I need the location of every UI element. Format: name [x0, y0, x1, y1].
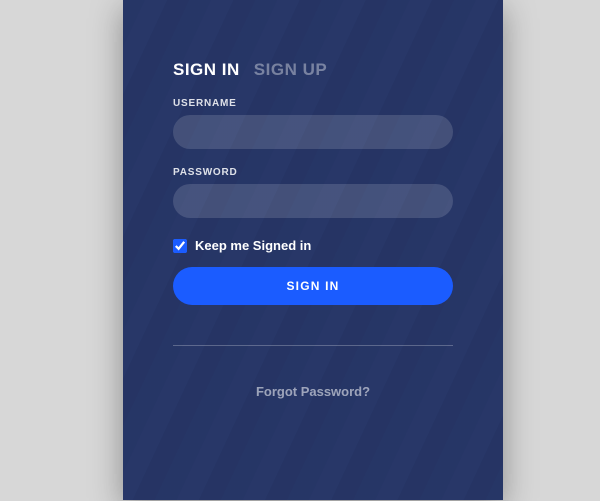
signin-button[interactable]: SIGN IN: [173, 267, 453, 305]
signin-card: SIGN IN SIGN UP USERNAME PASSWORD Keep m…: [123, 0, 503, 500]
keep-signed-in-row: Keep me Signed in: [173, 238, 453, 253]
tab-signin[interactable]: SIGN IN: [173, 60, 240, 80]
divider: [173, 345, 453, 346]
keep-signed-in-checkbox[interactable]: [173, 239, 187, 253]
password-input[interactable]: [173, 184, 453, 218]
keep-signed-in-label: Keep me Signed in: [195, 238, 311, 253]
auth-tabs: SIGN IN SIGN UP: [173, 60, 453, 80]
password-label: PASSWORD: [173, 167, 453, 178]
forgot-password-link[interactable]: Forgot Password?: [173, 384, 453, 399]
tab-signup[interactable]: SIGN UP: [254, 60, 327, 80]
username-label: USERNAME: [173, 98, 453, 109]
username-input[interactable]: [173, 115, 453, 149]
